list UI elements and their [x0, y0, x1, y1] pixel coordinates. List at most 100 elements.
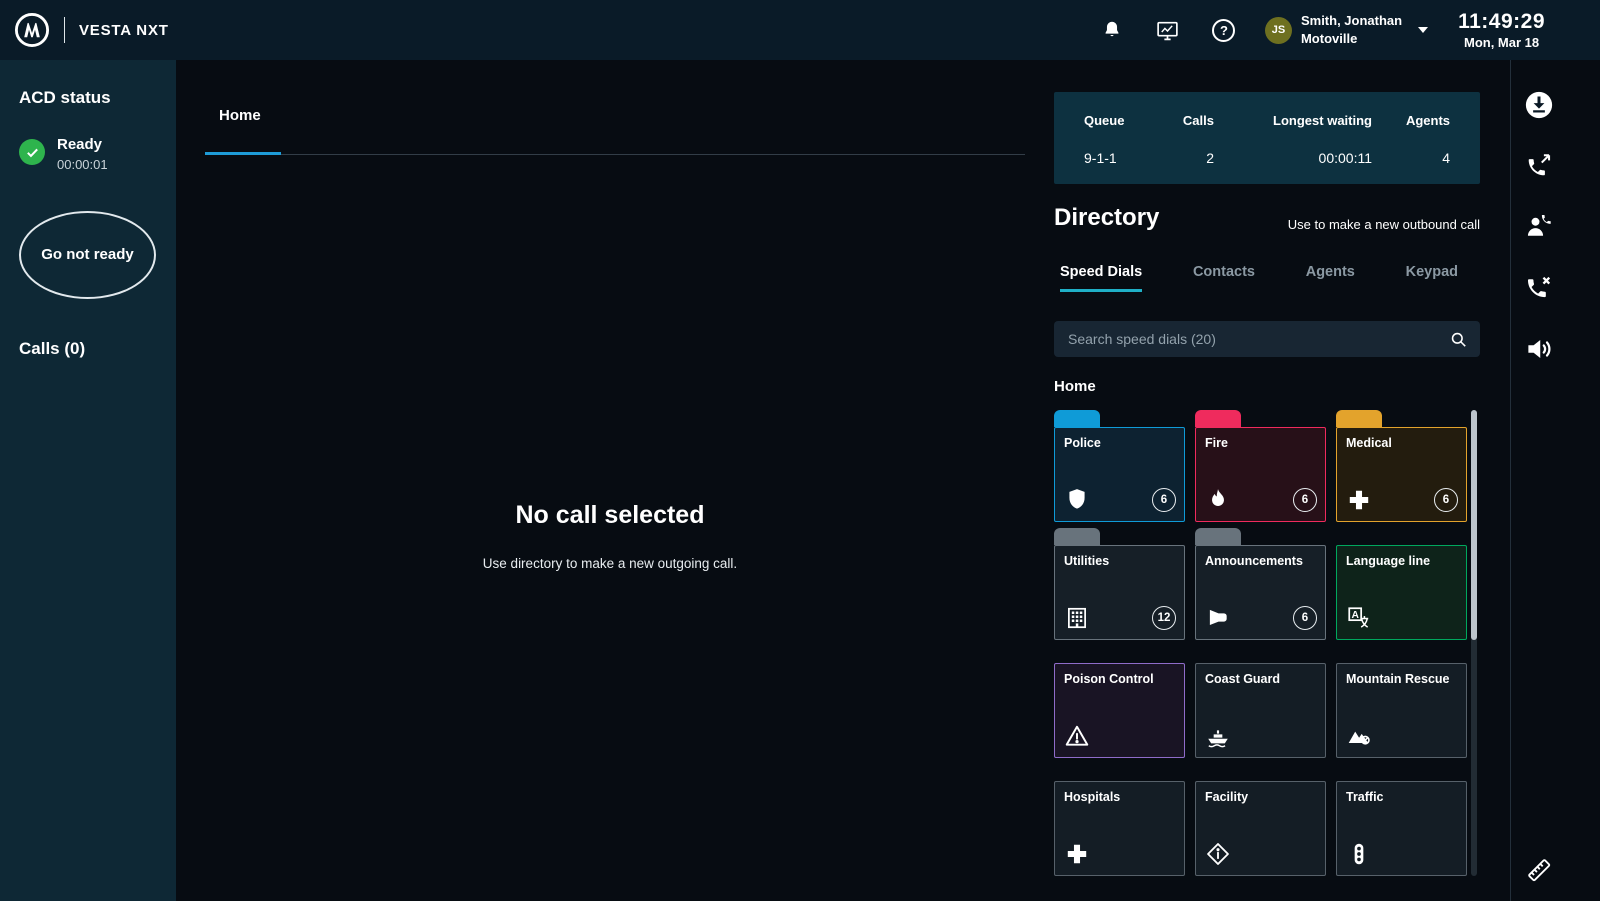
warning-triangle-icon	[1064, 723, 1090, 749]
top-bar: VESTA NXT ? JS Smith, Jonathan Motoville…	[0, 0, 1600, 60]
tile-label: Fire	[1205, 436, 1228, 450]
traffic-light-icon	[1346, 841, 1372, 867]
tab-home[interactable]: Home	[219, 107, 261, 124]
translate-icon: A	[1346, 605, 1372, 631]
active-tab-indicator	[205, 152, 281, 155]
medical-cross-icon	[1346, 487, 1372, 513]
folder-tab	[1054, 410, 1100, 427]
acd-sidebar: ACD status Ready 00:00:01 Go not ready C…	[0, 60, 176, 901]
clock-time: 11:49:29	[1458, 10, 1545, 34]
tile-count-badge: 12	[1152, 606, 1176, 630]
tile-label: Poison Control	[1064, 672, 1154, 686]
tile-label: Language line	[1346, 554, 1430, 568]
speed-dial-folder-announcements[interactable]: Announcements 6	[1195, 528, 1326, 640]
tile-label: Utilities	[1064, 554, 1109, 568]
flame-icon	[1205, 487, 1231, 513]
user-location: Motoville	[1301, 30, 1402, 48]
speed-dial-facility[interactable]: Facility	[1195, 764, 1326, 876]
search-input[interactable]	[1066, 330, 1449, 348]
folder-tab	[1336, 410, 1382, 427]
phone-x-icon[interactable]	[1524, 273, 1554, 303]
speed-dial-folder-medical[interactable]: Medical 6	[1336, 410, 1467, 522]
queue-header: Agents	[1372, 113, 1450, 128]
mountain-icon	[1346, 723, 1372, 749]
ready-check-icon	[19, 139, 45, 165]
speed-dial-mountain-rescue[interactable]: Mountain Rescue	[1336, 646, 1467, 758]
directory-scrollbar[interactable]	[1471, 410, 1477, 876]
tab-keypad[interactable]: Keypad	[1406, 264, 1458, 292]
go-not-ready-button[interactable]: Go not ready	[19, 211, 156, 299]
phone-arrow-icon[interactable]	[1524, 151, 1554, 181]
tile-label: Traffic	[1346, 790, 1384, 804]
tab-agents[interactable]: Agents	[1306, 264, 1355, 292]
facility-diamond-icon	[1205, 841, 1231, 867]
speed-dial-folder-utilities[interactable]: Utilities 12	[1054, 528, 1185, 640]
directory-panel: Queue Calls Longest waiting Agents 9-1-1…	[1044, 60, 1510, 901]
tile-label: Hospitals	[1064, 790, 1120, 804]
empty-state-title: No call selected	[176, 501, 1044, 530]
police-badge-icon	[1064, 487, 1090, 513]
ruler-icon[interactable]	[1524, 855, 1554, 885]
tile-label: Announcements	[1205, 554, 1303, 568]
notifications-bell-icon[interactable]	[1097, 15, 1127, 45]
tile-label: Police	[1064, 436, 1101, 450]
monitor-icon[interactable]	[1153, 15, 1183, 45]
directory-title: Directory	[1054, 204, 1159, 232]
tile-count-badge: 6	[1293, 606, 1317, 630]
scrollbar-thumb[interactable]	[1471, 410, 1477, 640]
queue-name: 9-1-1	[1084, 150, 1142, 166]
directory-hint: Use to make a new outbound call	[1288, 217, 1480, 232]
tab-speed-dials[interactable]: Speed Dials	[1060, 264, 1142, 292]
speed-dial-coast-guard[interactable]: Coast Guard	[1195, 646, 1326, 758]
queue-agents: 4	[1372, 150, 1450, 166]
speed-dial-language-line[interactable]: Language line A	[1336, 528, 1467, 640]
speed-dial-grid: Police 6 Fire 6 Medical	[1054, 410, 1467, 876]
queue-row[interactable]: 9-1-1 2 00:00:11 4	[1084, 148, 1450, 168]
ship-icon	[1205, 723, 1231, 749]
app-title: VESTA NXT	[79, 22, 169, 39]
queue-header: Calls	[1142, 113, 1214, 128]
person-phone-icon[interactable]	[1524, 212, 1554, 242]
status-label: Ready	[57, 136, 108, 153]
queue-longest-waiting: 00:00:11	[1214, 150, 1372, 166]
search-icon[interactable]	[1449, 330, 1468, 349]
tile-label: Coast Guard	[1205, 672, 1280, 686]
chevron-down-icon	[1418, 27, 1428, 33]
tile-count-badge: 6	[1293, 488, 1317, 512]
queue-header: Queue	[1084, 113, 1142, 128]
clock-date: Mon, Mar 18	[1458, 35, 1545, 50]
megaphone-icon	[1205, 605, 1231, 631]
acd-status-title: ACD status	[19, 88, 111, 108]
tile-label: Facility	[1205, 790, 1248, 804]
user-menu[interactable]: JS Smith, Jonathan Motoville	[1265, 12, 1428, 47]
speed-dial-folder-fire[interactable]: Fire 6	[1195, 410, 1326, 522]
tile-count-badge: 6	[1434, 488, 1458, 512]
building-icon	[1064, 605, 1090, 631]
queue-monitor: Queue Calls Longest waiting Agents 9-1-1…	[1054, 92, 1480, 184]
speed-dial-traffic[interactable]: Traffic	[1336, 764, 1467, 876]
calls-section-title: Calls (0)	[19, 339, 85, 359]
help-icon[interactable]: ?	[1209, 15, 1239, 45]
svg-text:A: A	[1351, 610, 1359, 621]
tile-label: Mountain Rescue	[1346, 672, 1450, 686]
speed-dial-poison-control[interactable]: Poison Control	[1054, 646, 1185, 758]
arrow-down-circle-icon[interactable]	[1524, 90, 1554, 120]
speaker-icon[interactable]	[1524, 334, 1554, 364]
tile-label: Medical	[1346, 436, 1392, 450]
speed-dial-hospitals[interactable]: Hospitals	[1054, 764, 1185, 876]
divider	[205, 154, 1025, 155]
tile-count-badge: 6	[1152, 488, 1176, 512]
speed-dial-section-label: Home	[1054, 378, 1096, 395]
hospital-cross-icon	[1064, 841, 1090, 867]
divider	[64, 17, 65, 43]
folder-tab	[1195, 528, 1241, 545]
speed-dial-search	[1054, 321, 1480, 357]
user-name-block: Smith, Jonathan Motoville	[1301, 12, 1402, 47]
agent-status: Ready 00:00:01	[19, 136, 108, 172]
tab-contacts[interactable]: Contacts	[1193, 264, 1255, 292]
speed-dial-folder-police[interactable]: Police 6	[1054, 410, 1185, 522]
clock: 11:49:29 Mon, Mar 18	[1458, 10, 1545, 50]
queue-header: Longest waiting	[1214, 113, 1372, 128]
folder-tab	[1054, 528, 1100, 545]
call-actions-toolbar	[1510, 60, 1600, 901]
